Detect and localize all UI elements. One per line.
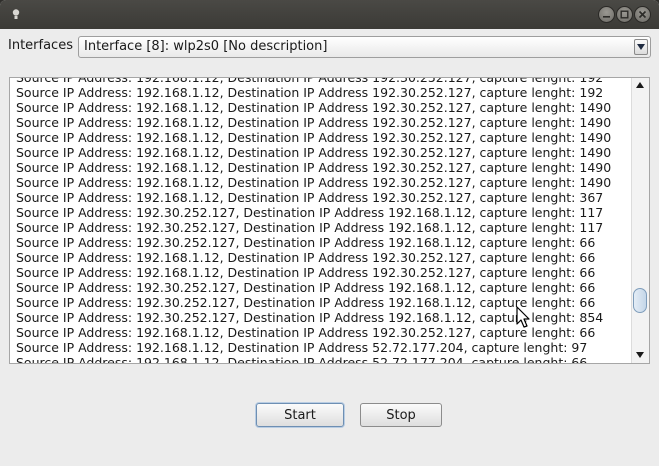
- close-icon: [638, 10, 647, 19]
- java-app-icon: [12, 9, 20, 19]
- maximize-icon: [620, 10, 629, 19]
- scroll-up-button[interactable]: [635, 80, 645, 90]
- interfaces-label: Interfaces: [8, 38, 73, 53]
- arrow-up-icon: [636, 82, 644, 88]
- log-line: Source IP Address: 192.168.1.12, Destina…: [16, 265, 596, 280]
- log-line: Source IP Address: 192.30.252.127, Desti…: [16, 310, 604, 325]
- log-line: Source IP Address: 192.168.1.12, Destina…: [16, 250, 596, 265]
- log-line: Source IP Address: 192.168.1.12, Destina…: [16, 130, 612, 145]
- log-line: Source IP Address: 192.30.252.127, Desti…: [16, 220, 604, 235]
- log-line: Source IP Address: 192.168.1.12, Destina…: [16, 77, 604, 85]
- log-line: Source IP Address: 192.30.252.127, Desti…: [16, 295, 596, 310]
- capture-log-lines: Source IP Address: 192.168.1.12, Destina…: [16, 77, 631, 364]
- interface-select-value: Interface [8]: wlp2s0 [No description]: [84, 39, 328, 54]
- app-window: Interfaces Interface [8]: wlp2s0 [No des…: [0, 0, 659, 466]
- mouse-cursor-icon: [516, 306, 530, 328]
- log-line: Source IP Address: 192.30.252.127, Desti…: [16, 235, 596, 250]
- log-line: Source IP Address: 192.168.1.12, Destina…: [16, 355, 588, 364]
- title-bar[interactable]: [0, 0, 659, 29]
- log-line: Source IP Address: 192.168.1.12, Destina…: [16, 100, 612, 115]
- log-line: Source IP Address: 192.30.252.127, Desti…: [16, 205, 604, 220]
- vertical-scrollbar[interactable]: [631, 78, 649, 363]
- start-button[interactable]: Start: [256, 403, 344, 427]
- stop-button[interactable]: Stop: [360, 403, 442, 427]
- arrow-down-icon: [636, 352, 644, 358]
- log-line: Source IP Address: 192.168.1.12, Destina…: [16, 115, 612, 130]
- minimize-button[interactable]: [598, 6, 615, 23]
- log-line: Source IP Address: 192.168.1.12, Destina…: [16, 175, 612, 190]
- maximize-button[interactable]: [616, 6, 633, 23]
- scroll-thumb[interactable]: [633, 288, 647, 313]
- log-line: Source IP Address: 192.168.1.12, Destina…: [16, 340, 588, 355]
- log-line: Source IP Address: 192.168.1.12, Destina…: [16, 85, 604, 100]
- log-line: Source IP Address: 192.168.1.12, Destina…: [16, 145, 612, 160]
- interface-select[interactable]: Interface [8]: wlp2s0 [No description]: [78, 36, 651, 58]
- dropdown-button[interactable]: [634, 39, 648, 55]
- capture-log[interactable]: Source IP Address: 192.168.1.12, Destina…: [9, 77, 650, 364]
- chevron-down-icon: [637, 44, 645, 50]
- scroll-down-button[interactable]: [635, 350, 645, 360]
- close-button[interactable]: [634, 6, 651, 23]
- log-line: Source IP Address: 192.168.1.12, Destina…: [16, 325, 596, 340]
- log-line: Source IP Address: 192.168.1.12, Destina…: [16, 160, 612, 175]
- log-line: Source IP Address: 192.30.252.127, Desti…: [16, 280, 596, 295]
- log-line: Source IP Address: 192.168.1.12, Destina…: [16, 190, 604, 205]
- minimize-icon: [603, 16, 610, 18]
